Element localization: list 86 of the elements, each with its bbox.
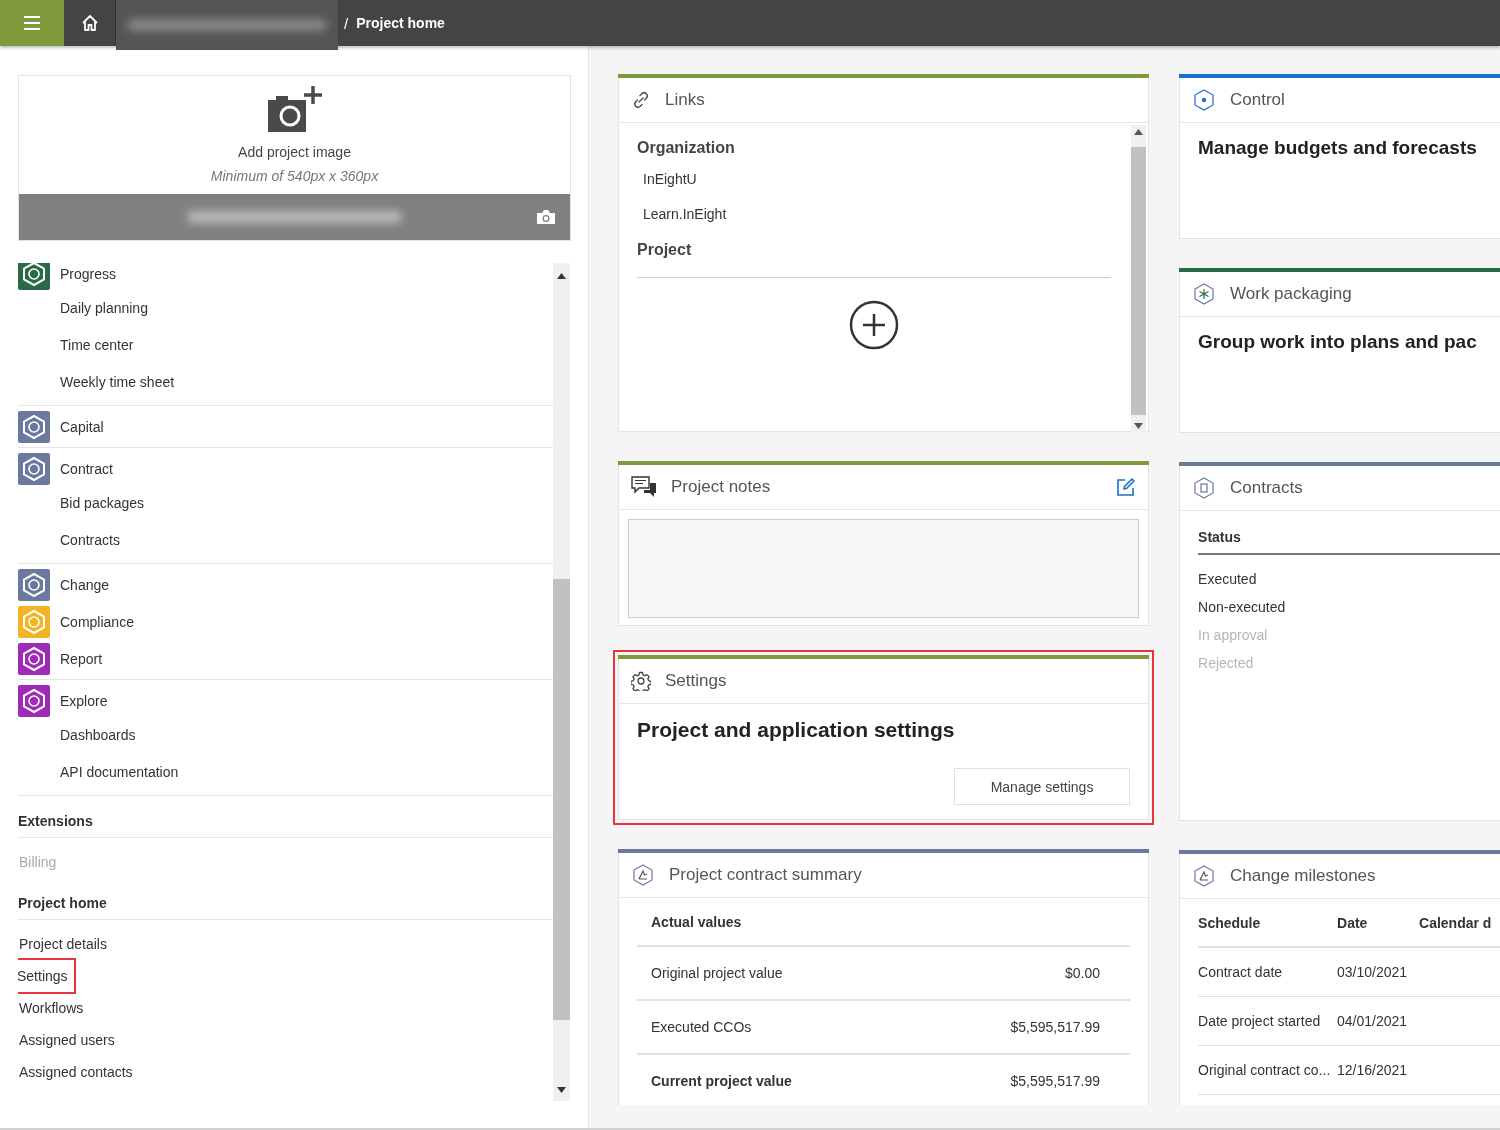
table-cell-text: 12/16/2021 [1337, 1062, 1409, 1078]
column-header: Schedule [1198, 914, 1262, 931]
nav-item[interactable]: Bid packages [18, 485, 553, 522]
column-header: Date [1337, 914, 1369, 931]
card-heading: Manage budgets and forecasts [1198, 137, 1477, 159]
breadcrumb-separator: / [344, 14, 349, 32]
nav-item[interactable]: API documentation [18, 754, 553, 791]
column-header: Status [1198, 529, 1500, 555]
chat-bubbles-icon [631, 476, 657, 498]
card-title: Control [1230, 90, 1285, 110]
table-cell-text: Original contract co... [1198, 1062, 1332, 1078]
card-title: Settings [665, 671, 727, 691]
card-title: Contracts [1230, 478, 1303, 498]
card-heading: Project and application settings [637, 718, 955, 742]
nav-item[interactable]: Weekly time sheet [18, 364, 553, 401]
scroll-down-icon[interactable] [1134, 423, 1144, 429]
hexagon-icon [1192, 864, 1217, 888]
status-item: Non-executed [1198, 598, 1287, 617]
scrollbar[interactable] [553, 263, 570, 1101]
table-cell-text: 04/01/2021 [1337, 1013, 1409, 1029]
table-cell: Executed CCOs [651, 1019, 752, 1035]
table-cell-text: 03/10/2021 [1337, 964, 1409, 980]
app-nav-item[interactable]: Compliance [18, 605, 553, 638]
table-cell: $0.00 [1065, 965, 1101, 981]
scroll-down-icon[interactable] [557, 1087, 566, 1093]
card-heading: Group work into plans and pac [1198, 331, 1477, 353]
edit-icon [1116, 477, 1137, 497]
app-nav-item[interactable]: Progress [18, 263, 553, 290]
image-size-hint: Minimum of 540px x 360px [210, 168, 379, 184]
settings-icon [631, 671, 651, 691]
links-section-heading: Project [637, 241, 693, 259]
column-header: Actual values [637, 898, 1131, 947]
add-image-label: Add project image [238, 144, 351, 160]
table-cell: Original project value [651, 965, 783, 981]
nav-item[interactable]: Time center [18, 327, 553, 364]
home-icon [80, 14, 99, 32]
add-camera-icon[interactable] [265, 84, 324, 134]
scroll-up-icon[interactable] [557, 273, 566, 279]
card-title: Links [665, 90, 705, 110]
nav-item[interactable]: Workflows [18, 992, 85, 1024]
nav-item[interactable]: Settings [18, 958, 76, 994]
card-title: Project contract summary [669, 865, 862, 885]
manage-settings-button[interactable]: Manage settings [954, 768, 1131, 805]
app-nav-item[interactable]: Report [18, 642, 553, 675]
app-nav-item[interactable]: Capital [18, 410, 553, 443]
section-heading: Project home [18, 895, 553, 920]
link[interactable]: InEightU [643, 171, 1112, 187]
menu-icon [23, 15, 41, 31]
link[interactable]: Learn.InEight [643, 206, 1112, 222]
links-section-heading: Organization [637, 139, 736, 157]
hexagon-icon [1192, 476, 1217, 500]
hexagon-icon [1192, 282, 1217, 306]
scrollbar[interactable] [1131, 125, 1147, 433]
nav-item[interactable]: Dashboards [18, 717, 553, 754]
app-nav-item[interactable]: Explore [18, 684, 553, 717]
table-cell-text: Date project started [1198, 1013, 1322, 1029]
notes-field[interactable] [628, 519, 1140, 618]
hexagon-icon [1192, 88, 1217, 112]
nav-item[interactable]: Daily planning [18, 290, 553, 327]
nav-item[interactable]: Contracts [18, 522, 553, 559]
app-nav-item[interactable]: Contract [18, 452, 553, 485]
table-cell: Current project value [651, 1073, 792, 1089]
table-cell: $5,595,517.99 [1010, 1073, 1101, 1089]
app-nav-item[interactable]: Change [18, 568, 553, 601]
plus-circle-icon [849, 300, 899, 350]
nav-item[interactable]: Assigned contacts [18, 1056, 134, 1088]
table-cell-text: Contract date [1198, 964, 1284, 980]
table-cell: $5,595,517.99 [1010, 1019, 1101, 1035]
link-icon [631, 90, 651, 110]
column-header: Calendar d [1419, 914, 1493, 931]
nav-item[interactable]: Project details [18, 928, 108, 960]
section-heading: Extensions [18, 813, 553, 838]
add-link-button[interactable] [849, 300, 899, 350]
breadcrumb-current: Project home [356, 15, 445, 31]
scroll-up-icon[interactable] [1134, 129, 1144, 135]
home-button[interactable] [64, 0, 116, 46]
edit-button[interactable] [1116, 477, 1137, 497]
nav-item[interactable]: Assigned users [18, 1024, 116, 1056]
status-item: In approval [1198, 626, 1269, 645]
card-title: Change milestones [1230, 866, 1376, 886]
status-item: Executed [1198, 570, 1258, 589]
card-title: Project notes [671, 477, 771, 497]
card-title: Work packaging [1230, 284, 1352, 304]
hexagon-icon [631, 863, 655, 887]
camera-icon[interactable] [536, 209, 556, 225]
status-item: Rejected [1198, 654, 1255, 673]
